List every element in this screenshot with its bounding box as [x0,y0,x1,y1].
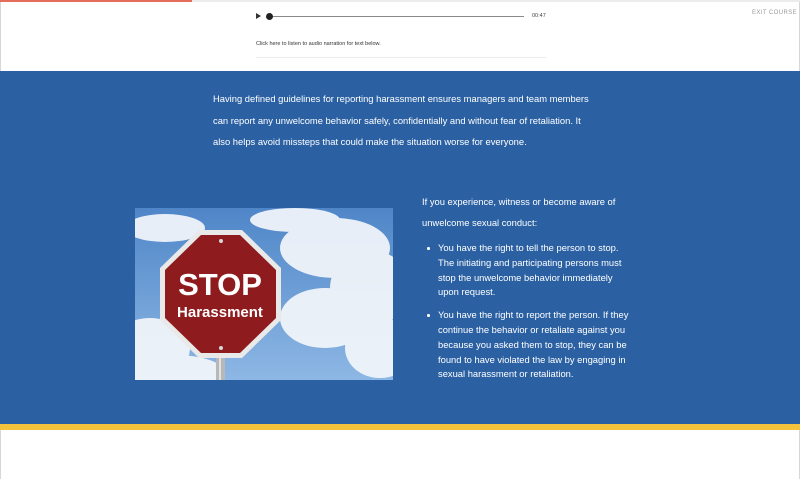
stop-harassment-image: STOP Harassment [135,208,393,380]
rights-section: If you experience, witness or become awa… [422,192,632,390]
play-icon[interactable] [256,13,261,19]
list-item: You have the right to report the person.… [422,308,632,382]
rights-list: You have the right to tell the person to… [422,241,632,382]
content-section: Having defined guidelines for reporting … [0,71,800,424]
bullet-icon [427,247,430,250]
right-text: You have the right to report the person.… [438,309,629,380]
bullet-icon [427,314,430,317]
audio-scrubber-handle[interactable] [266,13,273,20]
divider [256,57,546,58]
audio-scrubber-track[interactable] [268,16,524,17]
list-item: You have the right to tell the person to… [422,241,632,300]
sign-text-harassment: Harassment [177,304,263,321]
right-text: You have the right to tell the person to… [438,242,622,298]
header-area: EXIT COURSE 00:47 Click here to listen t… [0,2,800,71]
audio-narration-link[interactable]: Click here to listen to audio narration … [256,41,381,47]
audio-player: 00:47 [256,11,548,23]
exit-course-button[interactable]: EXIT COURSE [752,10,797,16]
audio-time: 00:47 [532,13,546,19]
sign-text-stop: STOP [178,267,262,302]
rights-intro: If you experience, witness or become awa… [422,196,616,228]
intro-paragraph: Having defined guidelines for reporting … [213,93,589,147]
footer-area [0,430,800,479]
